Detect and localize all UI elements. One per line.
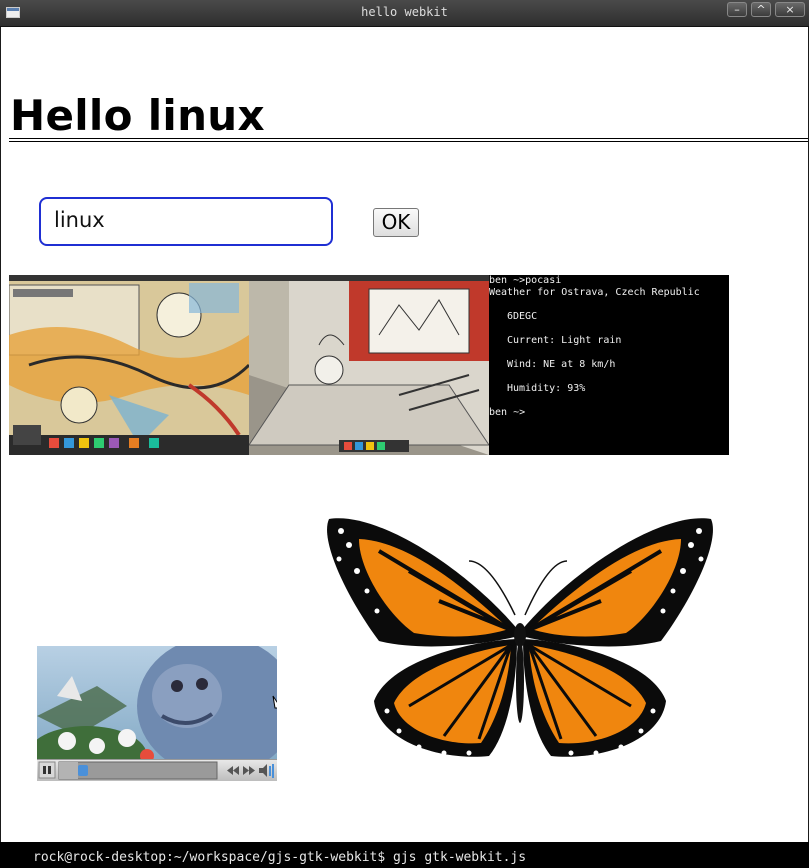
close-button[interactable]: × (775, 2, 805, 17)
pause-icon[interactable] (38, 761, 56, 779)
taskbar: rock@rock-desktop:~/workspace/gjs-gtk-we… (0, 842, 809, 868)
minimize-button[interactable]: – (727, 2, 747, 17)
terminal-command: rock@rock-desktop:~/workspace/gjs-gtk-we… (33, 850, 527, 865)
video-controls-svg (38, 761, 274, 780)
butterfly-image (327, 518, 713, 757)
terminal-line-humidity: Humidity: 93% (507, 383, 586, 394)
terminal-line-header: Weather for Ostrava, Czech Republic (489, 287, 700, 298)
terminal-line-prompt: ben ~>pocasi (489, 275, 562, 286)
thumbnail-sketch-room[interactable] (249, 275, 489, 455)
forward-icon[interactable] (243, 766, 255, 775)
desktop-collage-image (9, 275, 249, 455)
volume-icon[interactable] (259, 764, 274, 778)
webview-content: Hello linux linux OK ben ~>pocasi Weathe… (1, 27, 808, 842)
rewind-icon[interactable] (227, 766, 239, 775)
maximize-button[interactable]: ^ (751, 2, 771, 17)
ok-button[interactable]: OK (373, 208, 419, 237)
heading-rule (9, 138, 808, 142)
window-title: hello webkit (361, 5, 448, 19)
thumbnail-terminal-weather[interactable]: ben ~>pocasi Weather for Ostrava, Czech … (489, 275, 729, 455)
page-heading: Hello linux (10, 91, 265, 140)
sketch-room-image (249, 275, 489, 455)
thumbnail-desktop-collage[interactable] (9, 275, 249, 455)
terminal-line-temp: 6DEGC (507, 311, 538, 322)
seek-bar[interactable] (58, 761, 218, 780)
search-input[interactable]: linux (39, 197, 333, 246)
window-titlebar[interactable]: hello webkit – ^ × (0, 0, 809, 27)
terminal-line-prompt-end: ben ~> (489, 407, 526, 418)
terminal-line-current: Current: Light rain (507, 335, 622, 346)
video-controls (37, 759, 277, 781)
seek-thumb (78, 765, 88, 776)
terminal-line-wind: Wind: NE at 8 km/h (507, 359, 616, 370)
